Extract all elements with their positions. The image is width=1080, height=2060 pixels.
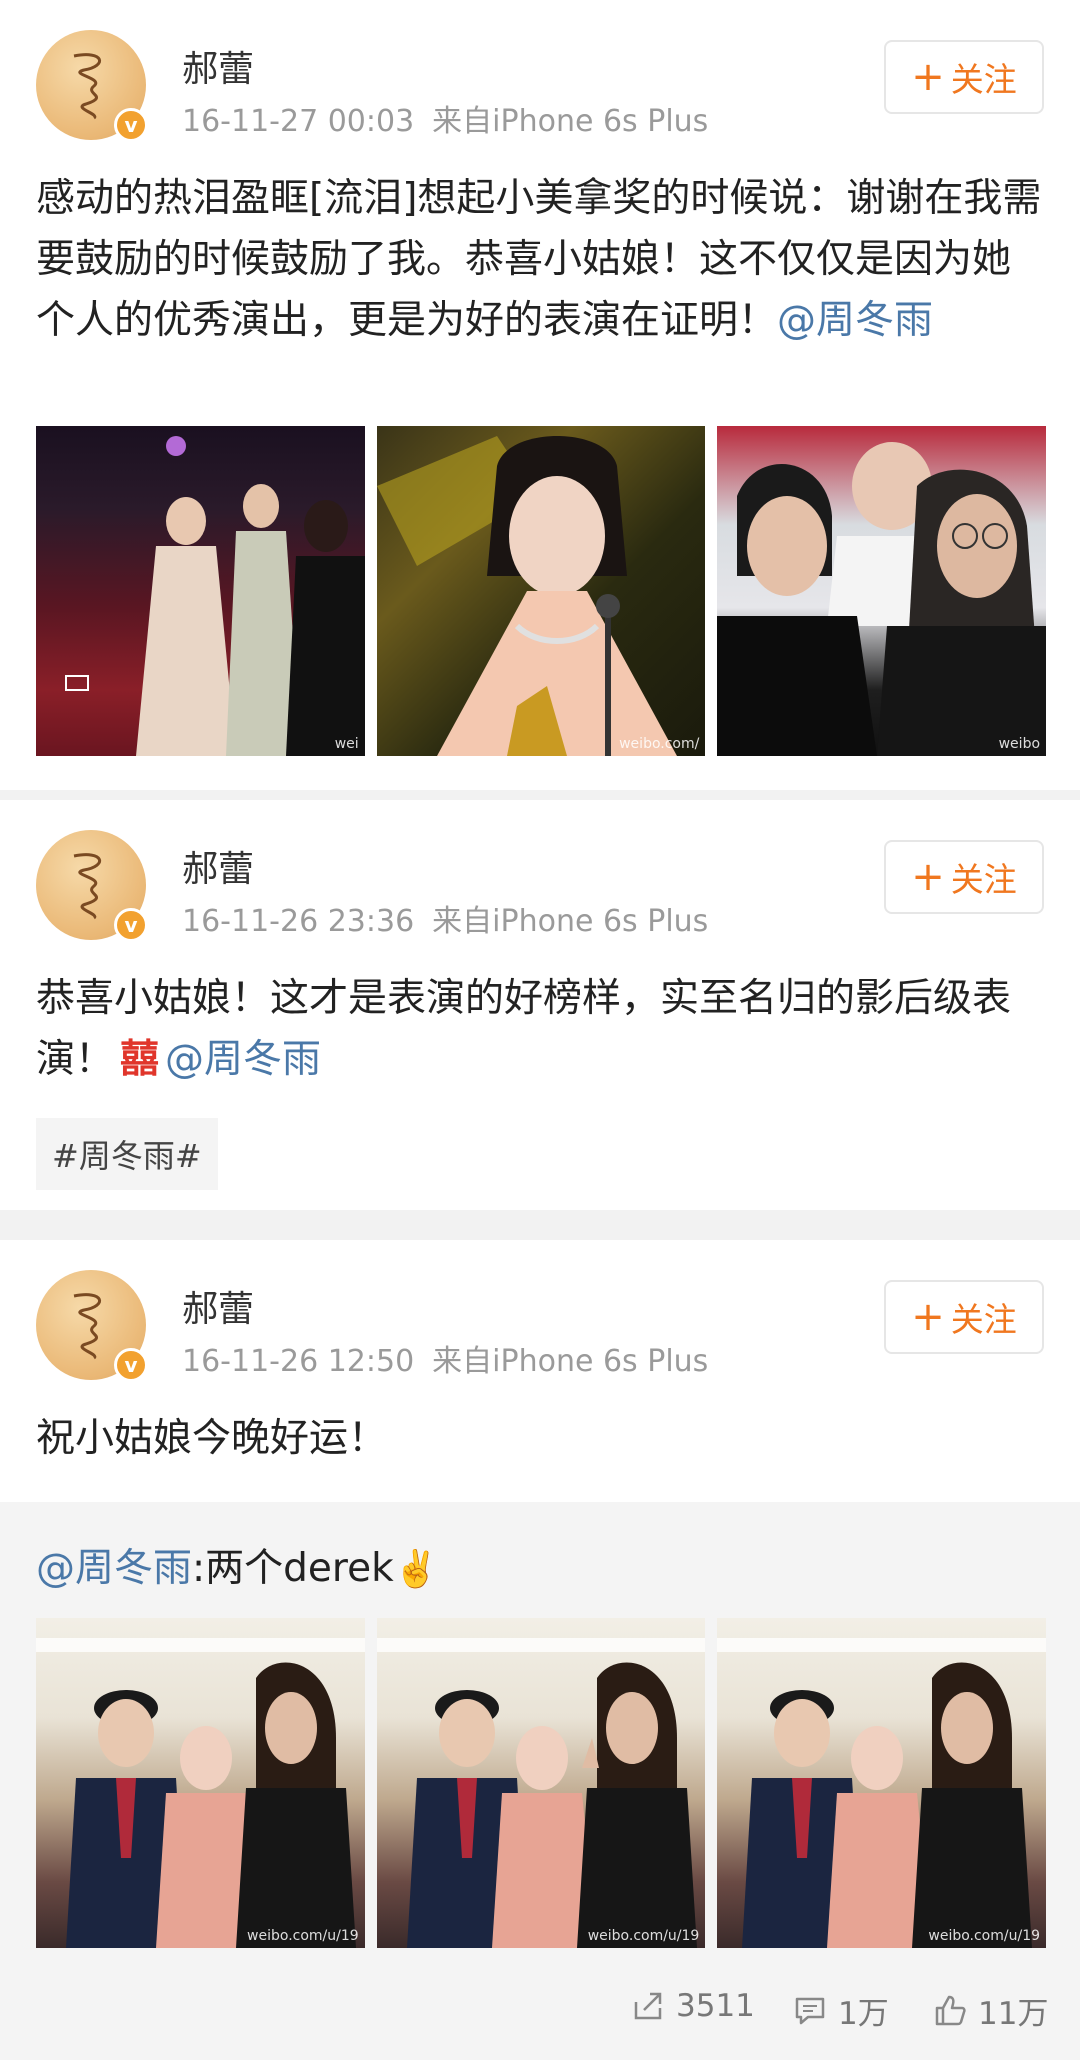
follow-button[interactable]: + 关注 [884, 1280, 1044, 1354]
photo-watermark: weibo.com/u/19 [247, 1928, 359, 1944]
plus-icon: + [911, 54, 945, 100]
post-photo[interactable]: weibo.com/u/19 [36, 1618, 365, 1948]
photo-scene-group [376, 1638, 706, 1948]
post-text: 祝小姑娘今晚好运！ [36, 1408, 1046, 1469]
post-photo[interactable]: weibo [717, 426, 1047, 756]
user-name[interactable]: 郝蕾 [182, 40, 254, 92]
photo-watermark: wei [334, 736, 359, 752]
follow-button[interactable]: + 关注 [884, 840, 1044, 914]
post-source: 来自iPhone 6s Plus [432, 904, 709, 939]
post-photo[interactable]: weibo.com/u/19 [717, 1618, 1047, 1948]
comment-count: 1万 [838, 1996, 889, 2032]
post-1: v 郝蕾 16-11-27 00:03 来自iPhone 6s Plus + 关注 … [0, 0, 1080, 790]
photo-watermark: weibo.com/u/19 [928, 1928, 1041, 1944]
photo-scene-group [36, 1638, 365, 1948]
post-header: v 郝蕾 16-11-26 12:50 来自iPhone 6s Plus + 关注 [0, 1240, 1080, 1390]
post-3: v 郝蕾 16-11-26 12:50 来自iPhone 6s Plus + 关注 … [0, 1240, 1080, 2060]
post-photo[interactable]: weibo.com/u/19 [376, 1618, 706, 1948]
mention-link[interactable]: @周冬雨 [165, 1037, 321, 1082]
plus-icon: + [911, 1294, 945, 1340]
post-meta: 16-11-26 12:50 来自iPhone 6s Plus [182, 1336, 708, 1380]
verified-badge-icon: v [114, 908, 148, 942]
post-time: 16-11-26 23:36 [182, 904, 415, 939]
action-bar: 3511 1万 11万 [0, 1970, 1080, 2050]
double-happiness-emoji: 囍 [120, 1037, 160, 1082]
user-name[interactable]: 郝蕾 [182, 1280, 254, 1332]
comment-button[interactable]: 1万 [792, 1988, 889, 2033]
thumbs-up-icon [935, 1995, 966, 2025]
post-header: v 郝蕾 16-11-27 00:03 来自iPhone 6s Plus + 关注 [0, 0, 1080, 150]
like-button[interactable]: 11万 [932, 1988, 1048, 2033]
mention-link[interactable]: @周冬雨 [777, 298, 933, 343]
verified-badge-icon: v [114, 1348, 148, 1382]
victory-hand-emoji: ✌️ [393, 1549, 439, 1590]
post-photo[interactable]: wei [36, 426, 365, 756]
like-count: 11万 [978, 1996, 1049, 2032]
photo-grid: wei weibo.com/ weibo [36, 426, 1047, 756]
avatar-signature-icon [73, 1293, 102, 1360]
share-button[interactable]: 3511 [630, 1988, 755, 2024]
post-2: v 郝蕾 16-11-26 23:36 来自iPhone 6s Plus + 关注 … [0, 800, 1080, 1210]
post-text: 感动的热泪盈眶[流泪]想起小美拿奖的时候说：谢谢在我需要鼓励的时候鼓励了我。恭喜… [36, 168, 1046, 351]
avatar-signature-icon [73, 853, 102, 920]
photo-scene-award [376, 436, 677, 756]
share-count: 3511 [676, 1988, 755, 2024]
post-text-body: 祝小姑娘今晚好运！ [36, 1416, 388, 1461]
share-icon [634, 1992, 662, 2020]
photo-scene-red-carpet [65, 436, 365, 756]
reposted-content[interactable]: @周冬雨:两个derek✌️ weibo.com/u/19 weibo.com/… [0, 1502, 1080, 2060]
comment-icon [795, 1997, 825, 2024]
follow-label: 关注 [950, 1300, 1017, 1339]
follow-button[interactable]: + 关注 [884, 40, 1044, 114]
user-name[interactable]: 郝蕾 [182, 840, 254, 892]
photo-scene-audience [717, 442, 1047, 756]
photo-grid: weibo.com/u/19 weibo.com/u/19 weibo.com/… [36, 1618, 1047, 1948]
post-header: v 郝蕾 16-11-26 23:36 来自iPhone 6s Plus + 关注 [0, 800, 1080, 950]
post-meta: 16-11-27 00:03 来自iPhone 6s Plus [182, 96, 708, 140]
post-time: 16-11-26 12:50 [182, 1344, 415, 1379]
verified-badge-icon: v [114, 108, 148, 142]
plus-icon: + [911, 854, 945, 900]
topic-tag[interactable]: #周冬雨# [36, 1118, 218, 1190]
post-meta: 16-11-26 23:36 来自iPhone 6s Plus [182, 896, 708, 940]
repost-text: @周冬雨:两个derek✌️ [36, 1544, 439, 1595]
follow-label: 关注 [950, 860, 1017, 899]
photo-scene-group [717, 1638, 1047, 1948]
post-time: 16-11-27 00:03 [182, 104, 415, 139]
photo-watermark: weibo.com/ [619, 736, 700, 752]
photo-watermark: weibo [998, 736, 1041, 752]
post-source: 来自iPhone 6s Plus [432, 1344, 709, 1379]
repost-text-body: :两个derek [192, 1546, 394, 1591]
mention-link[interactable]: @周冬雨 [36, 1546, 192, 1591]
post-text: 恭喜小姑娘！这才是表演的好榜样，实至名归的影后级表演！囍 @周冬雨 [36, 968, 1046, 1090]
avatar-signature-icon [73, 53, 102, 120]
post-photo[interactable]: weibo.com/ [376, 426, 706, 756]
follow-label: 关注 [950, 60, 1017, 99]
post-source: 来自iPhone 6s Plus [432, 104, 709, 139]
photo-watermark: weibo.com/u/19 [587, 1928, 700, 1944]
weibo-feed: v 郝蕾 16-11-27 00:03 来自iPhone 6s Plus + 关注 … [0, 0, 1080, 2060]
